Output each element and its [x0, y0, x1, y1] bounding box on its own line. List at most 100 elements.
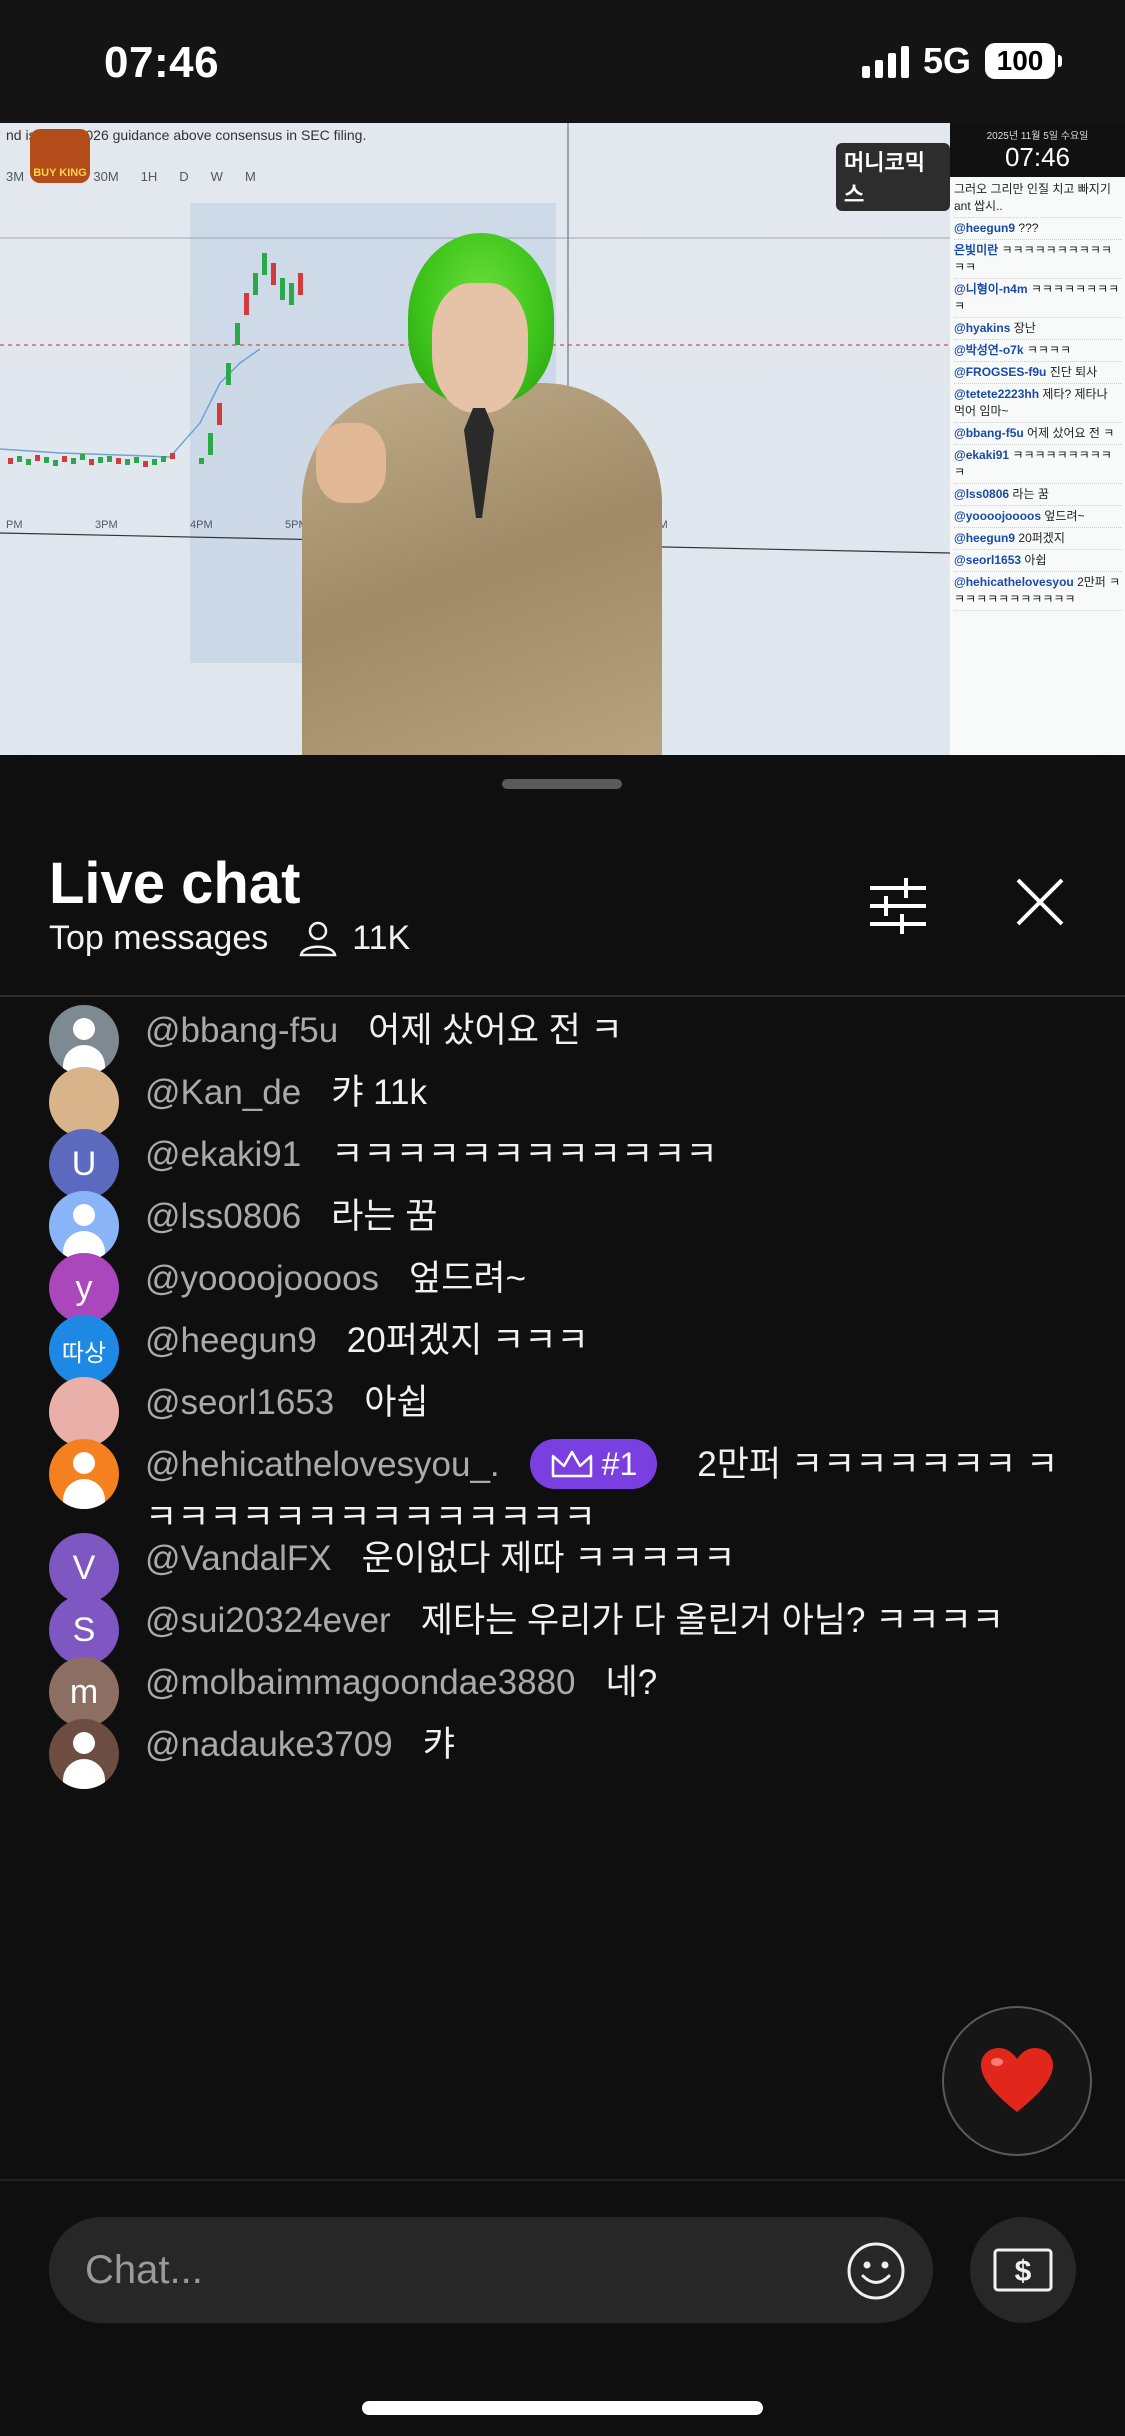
chat-message[interactable]: U @ekaki91 ㅋㅋㅋㅋㅋㅋㅋㅋㅋㅋㅋㅋ: [49, 1129, 1065, 1199]
chart-candle: [8, 458, 13, 464]
chat-message-body: @nadauke3709 캬: [145, 1719, 1065, 1771]
chat-author[interactable]: @Kan_de: [145, 1073, 301, 1112]
video-chat-overlay: 2025년 11월 5일 수요일 07:46 그러오 그리만 인질 치고 빠지기…: [950, 123, 1125, 755]
overlay-chat-line: @lss0806 라는 꿈: [954, 484, 1121, 506]
chat-message-text: 라는 꿈: [331, 1197, 438, 1236]
chat-message-text: 네?: [605, 1663, 658, 1702]
chart-x-label: 3PM: [95, 519, 118, 531]
avatar[interactable]: 따상: [49, 1315, 119, 1385]
chart-candle: [235, 323, 240, 345]
overlay-chat-user: 은빛미란: [954, 243, 999, 257]
close-button[interactable]: [1012, 874, 1068, 930]
emoji-button[interactable]: [846, 2241, 906, 2301]
live-chat-panel: Live chat Top messages 11K @bbang-f5u 어제 …: [0, 757, 1125, 2436]
chat-message-body: @VandalFX 운이없다 제따 ㅋㅋㅋㅋㅋ: [145, 1533, 1065, 1585]
avatar[interactable]: [49, 1377, 119, 1447]
chat-message-body: @sui20324ever 제타는 우리가 다 올린거 아님? ㅋㅋㅋㅋ: [145, 1595, 1065, 1647]
chat-message[interactable]: @bbang-f5u 어제 샀어요 전 ㅋ: [49, 1005, 1065, 1075]
avatar[interactable]: [49, 1067, 119, 1137]
viewer-count: 11K: [298, 919, 410, 958]
avatar[interactable]: [49, 1191, 119, 1261]
overlay-chat-line: @yoooojoooos 엎드려~: [954, 506, 1121, 528]
avatar[interactable]: [49, 1439, 119, 1509]
reaction-button[interactable]: [942, 2006, 1092, 2156]
overlay-chat-line: @seorl1653 아쉽: [954, 550, 1121, 572]
battery-icon: 100: [985, 43, 1062, 79]
chart-candle: [289, 283, 294, 305]
chart-candle: [134, 457, 139, 463]
chart-candle: [44, 457, 49, 463]
avatar-initial: S: [72, 1610, 96, 1649]
chat-message[interactable]: @Kan_de 캬 11k: [49, 1067, 1065, 1137]
chat-mode-label[interactable]: Top messages: [49, 919, 268, 958]
chat-author[interactable]: @nadauke3709: [145, 1725, 393, 1764]
avatar[interactable]: y: [49, 1253, 119, 1323]
chat-message-body: @hehicathelovesyou_. #1 2만퍼 ㅋㅋㅋㅋㅋㅋㅋ ㅋㅋㅋㅋㅋㅋ…: [145, 1438, 1065, 1544]
overlay-chat-line: @박성연-o7k ㅋㅋㅋㅋ: [954, 340, 1121, 362]
avatar-initial: U: [71, 1144, 97, 1183]
chat-message[interactable]: m @molbaimmagoondae3880 네?: [49, 1657, 1065, 1727]
chat-message-body: @lss0806 라는 꿈: [145, 1191, 1065, 1243]
chart-candle: [280, 278, 285, 300]
heart-icon: [981, 2048, 1053, 2112]
chat-author[interactable]: @bbang-f5u: [145, 1011, 338, 1050]
avatar-initial: m: [69, 1672, 99, 1711]
avatar[interactable]: V: [49, 1533, 119, 1603]
signal-icon: [861, 44, 909, 78]
chat-author[interactable]: @hehicathelovesyou_.: [145, 1445, 500, 1484]
overlay-chat-line: 은빛미란 ㅋㅋㅋㅋㅋㅋㅋㅋㅋㅋㅋㅋ: [954, 240, 1121, 279]
avatar[interactable]: U: [49, 1129, 119, 1199]
chart-x-label: 4PM: [190, 519, 213, 531]
chart-candle: [125, 459, 130, 465]
filter-button[interactable]: [866, 874, 930, 938]
avatar-initial: V: [72, 1548, 96, 1587]
chat-author[interactable]: @VandalFX: [145, 1539, 332, 1578]
chat-author[interactable]: @lss0806: [145, 1197, 301, 1236]
chat-message-list[interactable]: @bbang-f5u 어제 샀어요 전 ㅋ @Kan_de 캬 11k U @ekaki9…: [0, 1000, 1125, 2163]
drag-handle[interactable]: [502, 779, 622, 789]
overlay-chat-text: ???: [1018, 221, 1039, 235]
chat-message[interactable]: @nadauke3709 캬: [49, 1719, 1065, 1789]
chat-input-bar: $: [0, 2179, 1125, 2436]
avatar[interactable]: [49, 1005, 119, 1075]
overlay-chat-user: @hehicathelovesyou: [954, 575, 1074, 589]
overlay-chat-line: @heegun9 20퍼겠지: [954, 528, 1121, 550]
chart-candle: [199, 458, 204, 464]
overlay-chat-text: 라는 꿈: [1012, 487, 1049, 501]
overlay-chat-text: 엎드려~: [1044, 509, 1085, 523]
overlay-chat-user: @ekaki91: [954, 448, 1010, 462]
chat-message[interactable]: y @yoooojoooos 엎드려~: [49, 1253, 1065, 1323]
chart-x-label: PM: [6, 519, 23, 531]
chat-input[interactable]: [49, 2217, 933, 2323]
overlay-chat-line: @hehicathelovesyou 2만퍼 ㅋㅋㅋㅋㅋㅋㅋㅋㅋㅋㅋㅋ: [954, 572, 1121, 611]
chat-author[interactable]: @ekaki91: [145, 1135, 301, 1174]
chat-message[interactable]: V @VandalFX 운이없다 제따 ㅋㅋㅋㅋㅋ: [49, 1533, 1065, 1603]
chat-message[interactable]: @seorl1653 아쉽: [49, 1377, 1065, 1447]
chat-message-text: 20퍼겠지 ㅋㅋㅋ: [346, 1321, 589, 1360]
person-icon: [299, 921, 337, 956]
chat-message[interactable]: @lss0806 라는 꿈: [49, 1191, 1065, 1261]
video-player[interactable]: nd issue ... 2026 guidance above consens…: [0, 123, 1125, 755]
chat-message-text: 엎드려~: [409, 1259, 527, 1298]
overlay-chat-user: @FROGSES-f9u: [954, 365, 1047, 379]
chat-message-text: 운이없다 제따 ㅋㅋㅋㅋㅋ: [361, 1539, 736, 1578]
avatar[interactable]: S: [49, 1595, 119, 1665]
chat-author[interactable]: @sui20324ever: [145, 1601, 391, 1640]
chat-message[interactable]: @hehicathelovesyou_. #1 2만퍼 ㅋㅋㅋㅋㅋㅋㅋ ㅋㅋㅋㅋㅋㅋ…: [49, 1438, 1065, 1544]
chat-message-text: 제타는 우리가 다 올린거 아님? ㅋㅋㅋㅋ: [420, 1601, 1004, 1640]
super-chat-button[interactable]: $: [970, 2217, 1076, 2323]
chat-author[interactable]: @seorl1653: [145, 1383, 334, 1422]
chart-candle: [17, 456, 22, 462]
chat-message[interactable]: 따상 @heegun9 20퍼겠지 ㅋㅋㅋ: [49, 1315, 1065, 1385]
chat-author[interactable]: @yoooojoooos: [145, 1259, 379, 1298]
chart-candle: [143, 461, 148, 467]
overlay-chat-user: @hyakins: [954, 321, 1011, 335]
dollar-icon: $: [993, 2248, 1053, 2292]
chat-author[interactable]: @molbaimmagoondae3880: [145, 1663, 576, 1702]
chat-author[interactable]: @heegun9: [145, 1321, 317, 1360]
overlay-chat-text: 20퍼겠지: [1018, 531, 1065, 545]
avatar[interactable]: m: [49, 1657, 119, 1727]
avatar[interactable]: [49, 1719, 119, 1789]
chat-mode-selector[interactable]: Top messages 11K: [49, 919, 410, 958]
chat-message[interactable]: S @sui20324ever 제타는 우리가 다 올린거 아님? ㅋㅋㅋㅋ: [49, 1595, 1065, 1665]
